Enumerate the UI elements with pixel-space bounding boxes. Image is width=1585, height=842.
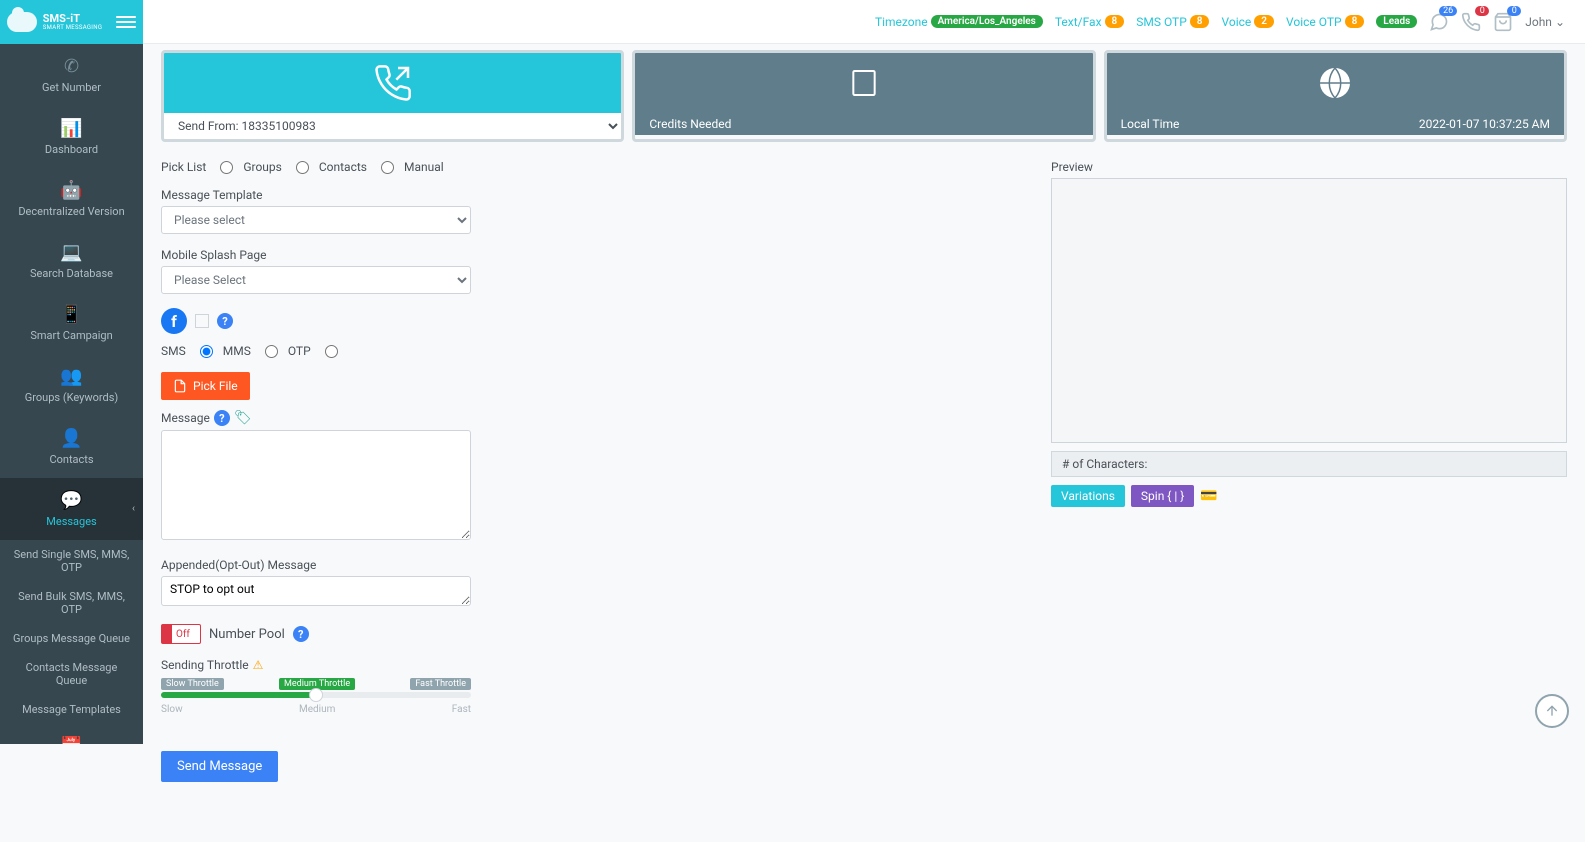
credit-card-icon[interactable]: 💳 [1200,488,1217,504]
user-menu[interactable]: John ⌄ [1525,15,1565,29]
cloud-icon [7,12,37,32]
voice-link[interactable]: Voice2 [1221,15,1274,29]
android-icon: 🤖 [60,180,82,201]
smsotp-link[interactable]: SMS OTP8 [1136,15,1209,29]
message-textarea[interactable] [161,430,471,540]
sidebar-item-dashboard[interactable]: 📊Dashboard [0,106,143,168]
menu-toggle-icon[interactable] [116,12,136,32]
sub-send-bulk[interactable]: Send Bulk SMS, MMS, OTP [0,582,143,624]
pick-file-button[interactable]: Pick File [161,372,250,400]
localtime-label: Local Time [1121,117,1180,131]
card-credits: Credits Needed [632,50,1095,142]
phone-outgoing-icon [373,63,413,103]
file-icon [173,379,187,393]
chevron-left-icon: ‹ [132,504,135,515]
optout-textarea[interactable]: STOP to opt out [161,576,471,606]
variations-button[interactable]: Variations [1051,485,1125,507]
message-label: Message [161,411,210,425]
phone-icon: ✆ [64,56,79,77]
help-icon[interactable]: ? [217,313,233,329]
template-select[interactable]: Please select [161,206,471,234]
brand-logo[interactable]: SMS-iT SMART MESSAGING [0,0,143,44]
char-count: # of Characters: [1051,451,1567,477]
sidebar-item-contacts[interactable]: 👤Contacts [0,416,143,478]
card-send-from: Send From: 18335100983 [161,50,624,142]
preview-label: Preview [1051,160,1567,174]
radio-sms[interactable] [200,345,213,358]
sub-contacts-queue[interactable]: Contacts Message Queue [0,653,143,695]
help-icon[interactable]: ? [214,410,230,426]
timezone-value: America/Los_Angeles [931,15,1043,28]
radio-contacts[interactable] [296,161,309,174]
throttle-slider[interactable]: Slow Throttle Medium Throttle Fast Throt… [161,678,471,715]
throttle-label: Sending Throttle [161,658,249,672]
warning-icon: ⚠ [253,658,264,672]
cart-icon[interactable]: 0 [1493,12,1513,32]
mobile-icon: 📱 [60,304,82,325]
radio-groups[interactable] [220,161,233,174]
brand-name: SMS-iT [43,13,102,24]
dashboard-icon: 📊 [60,118,82,139]
picklist-label: Pick List [161,160,206,174]
number-pool-toggle[interactable]: Off [161,624,201,644]
radio-otp[interactable] [325,345,338,358]
textfax-link[interactable]: Text/Fax8 [1055,15,1124,29]
send-message-button[interactable]: Send Message [161,751,278,782]
laptop-icon: 💻 [60,242,82,263]
leads-pill[interactable]: Leads [1376,15,1417,28]
sidebar-item-search[interactable]: 💻Search Database [0,230,143,292]
users-icon: 👥 [60,366,82,387]
scroll-top-button[interactable] [1535,694,1569,728]
credits-label: Credits Needed [649,117,731,131]
template-label: Message Template [161,188,1021,202]
localtime-value: 2022-01-07 10:37:25 AM [1419,117,1550,131]
picklist-row: Pick List Groups Contacts Manual [161,160,1021,174]
sub-groups-queue[interactable]: Groups Message Queue [0,624,143,653]
sidebar: ✆Get Number 📊Dashboard 🤖Decentralized Ve… [0,44,143,744]
preview-box [1051,178,1567,443]
optout-label: Appended(Opt-Out) Message [161,558,1021,572]
timezone-link[interactable]: Timezone America/Los_Angeles [875,15,1043,29]
splash-select[interactable]: Please Select [161,266,471,294]
sidebar-item-groups[interactable]: 👥Groups (Keywords) [0,354,143,416]
send-from-select[interactable]: Send From: 18335100983 [164,113,621,139]
brand-tagline: SMART MESSAGING [43,24,102,31]
user-icon: 👤 [60,428,82,449]
radio-mms[interactable] [265,345,278,358]
sub-templates[interactable]: Message Templates [0,695,143,724]
spin-button[interactable]: Spin { | } [1131,485,1194,507]
sidebar-item-getnumber[interactable]: ✆Get Number [0,44,143,106]
timezone-label: Timezone [875,15,928,29]
help-icon[interactable]: ? [293,626,309,642]
radio-manual[interactable] [381,161,394,174]
chat-icon: 💬 [60,490,82,511]
facebook-checkbox[interactable] [195,314,209,328]
sidebar-item-messages[interactable]: 💬Messages‹ [0,478,143,540]
arrow-up-icon [1544,703,1560,719]
calculator-icon [848,67,880,99]
calendar-icon: 📅 [60,736,82,744]
voiceotp-link[interactable]: Voice OTP8 [1286,15,1364,29]
chevron-down-icon: ⌄ [1555,15,1565,29]
sidebar-item-decentralized[interactable]: 🤖Decentralized Version [0,168,143,230]
sub-send-single[interactable]: Send Single SMS, MMS, OTP [0,540,143,582]
facebook-icon[interactable]: f [161,308,187,334]
sidebar-item-calendar[interactable]: 📅Scheduled Calendar [0,724,143,744]
tag-icon[interactable]: 🏷 [234,410,252,426]
notification-icon[interactable]: 26 [1429,12,1449,32]
sidebar-item-campaign[interactable]: 📱Smart Campaign [0,292,143,354]
splash-label: Mobile Splash Page [161,248,1021,262]
card-localtime: Local Time 2022-01-07 10:37:25 AM [1104,50,1567,142]
pool-label: Number Pool [209,627,285,642]
missed-call-icon[interactable]: 0 [1461,12,1481,32]
slider-handle[interactable] [309,688,323,702]
globe-icon [1317,65,1353,101]
